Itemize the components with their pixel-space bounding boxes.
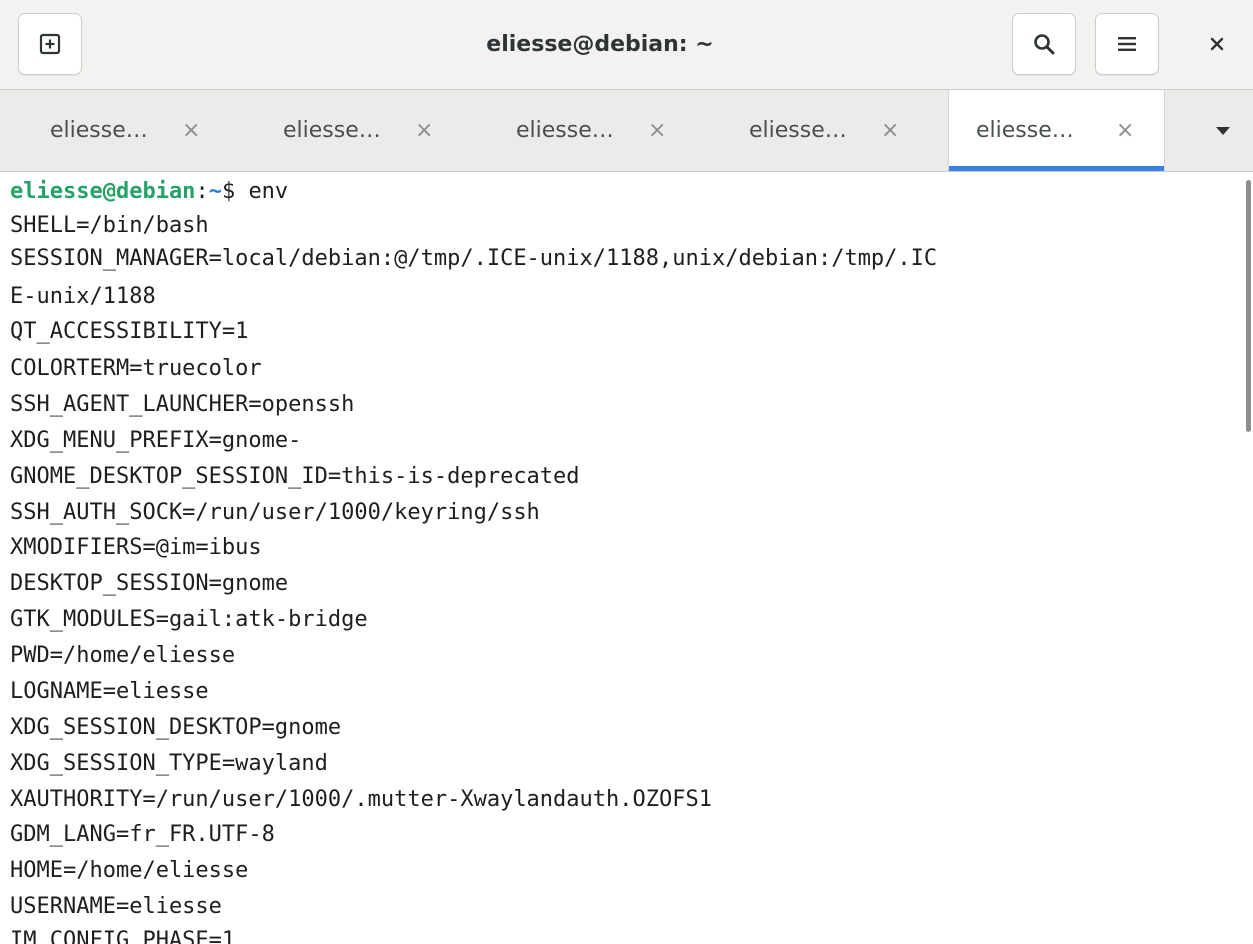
prompt-path: ~ (208, 179, 222, 204)
prompt-symbol: $ (221, 179, 249, 204)
tab-list-button[interactable] (1198, 90, 1248, 171)
output-line: GTK_MODULES=gail:atk-bridge (10, 607, 368, 632)
output-line: SSH_AUTH_SOCK=/run/user/1000/keyring/ssh (10, 500, 540, 525)
main-menu-button[interactable] (1095, 13, 1159, 75)
output-line: GNOME_DESKTOP_SESSION_ID=this-is-depreca… (10, 464, 580, 489)
output-line: DESKTOP_SESSION=gnome (10, 571, 289, 596)
terminal-output-area[interactable]: eliesse@debian:~$ env SHELL=/bin/bash SE… (0, 172, 1238, 944)
dropdown-icon (1216, 126, 1230, 135)
window-title: eliesse@debian: ~ (486, 32, 714, 57)
tab-close-icon[interactable]: × (415, 90, 433, 171)
search-icon (1034, 34, 1055, 55)
tab-close-icon[interactable]: × (648, 90, 666, 171)
output-line: SHELL=/bin/bash (10, 213, 209, 238)
new-tab-button[interactable] (18, 13, 82, 75)
tab-label: eliesse… (976, 118, 1074, 143)
new-tab-icon (39, 33, 61, 55)
output-line: COLORTERM=truecolor (10, 356, 262, 381)
output-line: USERNAME=eliesse (10, 894, 222, 919)
output-line: GDM_LANG=fr_FR.UTF-8 (10, 822, 275, 847)
tab-label: eliesse… (50, 118, 148, 143)
output-line: HOME=/home/eliesse (10, 858, 249, 883)
prompt-user-host: eliesse@debian (10, 179, 196, 204)
output-line: SSH_AGENT_LAUNCHER=openssh (10, 392, 355, 417)
output-line: XAUTHORITY=/run/user/1000/.mutter-Xwayla… (10, 787, 712, 812)
header-bar: eliesse@debian: ~ (0, 0, 1253, 90)
tab-label: eliesse… (283, 118, 381, 143)
vertical-scrollbar[interactable] (1238, 172, 1253, 944)
tab-close-icon[interactable]: × (182, 90, 200, 171)
tab-5-active[interactable]: eliesse… × (948, 90, 1165, 171)
output-line: XDG_MENU_PREFIX=gnome- (10, 428, 302, 453)
tab-2[interactable]: eliesse… × (245, 90, 478, 171)
output-line: SESSION_MANAGER=local/debian:@/tmp/.ICE-… (10, 246, 938, 271)
terminal-window: eliesse@debian: ~ eliesse… × eliesse… × … (0, 0, 1253, 944)
tab-4[interactable]: eliesse… × (711, 90, 944, 171)
output-line: XDG_SESSION_DESKTOP=gnome (10, 715, 342, 740)
tab-3[interactable]: eliesse… × (478, 90, 711, 171)
output-line: XMODIFIERS=@im=ibus (10, 535, 262, 560)
output-line: XDG_SESSION_TYPE=wayland (10, 751, 328, 776)
prompt-separator: : (195, 179, 209, 204)
tab-close-icon[interactable]: × (881, 90, 899, 171)
prompt-line: eliesse@debian:~$ env (10, 175, 288, 208)
prompt-command: env (248, 179, 289, 204)
output-line: E-unix/1188 (10, 284, 156, 309)
scrollbar-thumb[interactable] (1246, 180, 1251, 432)
output-line: PWD=/home/eliesse (10, 643, 236, 668)
close-window-button[interactable] (1185, 13, 1249, 75)
tab-bar: eliesse… × eliesse… × eliesse… × eliesse… (0, 90, 1253, 172)
hamburger-menu-icon (1118, 37, 1136, 51)
close-icon (1210, 37, 1224, 51)
search-button[interactable] (1012, 13, 1076, 75)
tab-1[interactable]: eliesse… × (12, 90, 245, 171)
output-line: LOGNAME=eliesse (10, 679, 209, 704)
output-line: IM_CONFIG_PHASE=1 (10, 928, 236, 944)
tab-label: eliesse… (516, 118, 614, 143)
tab-close-icon[interactable]: × (1116, 90, 1134, 171)
output-line: QT_ACCESSIBILITY=1 (10, 319, 249, 344)
tab-label: eliesse… (749, 118, 847, 143)
